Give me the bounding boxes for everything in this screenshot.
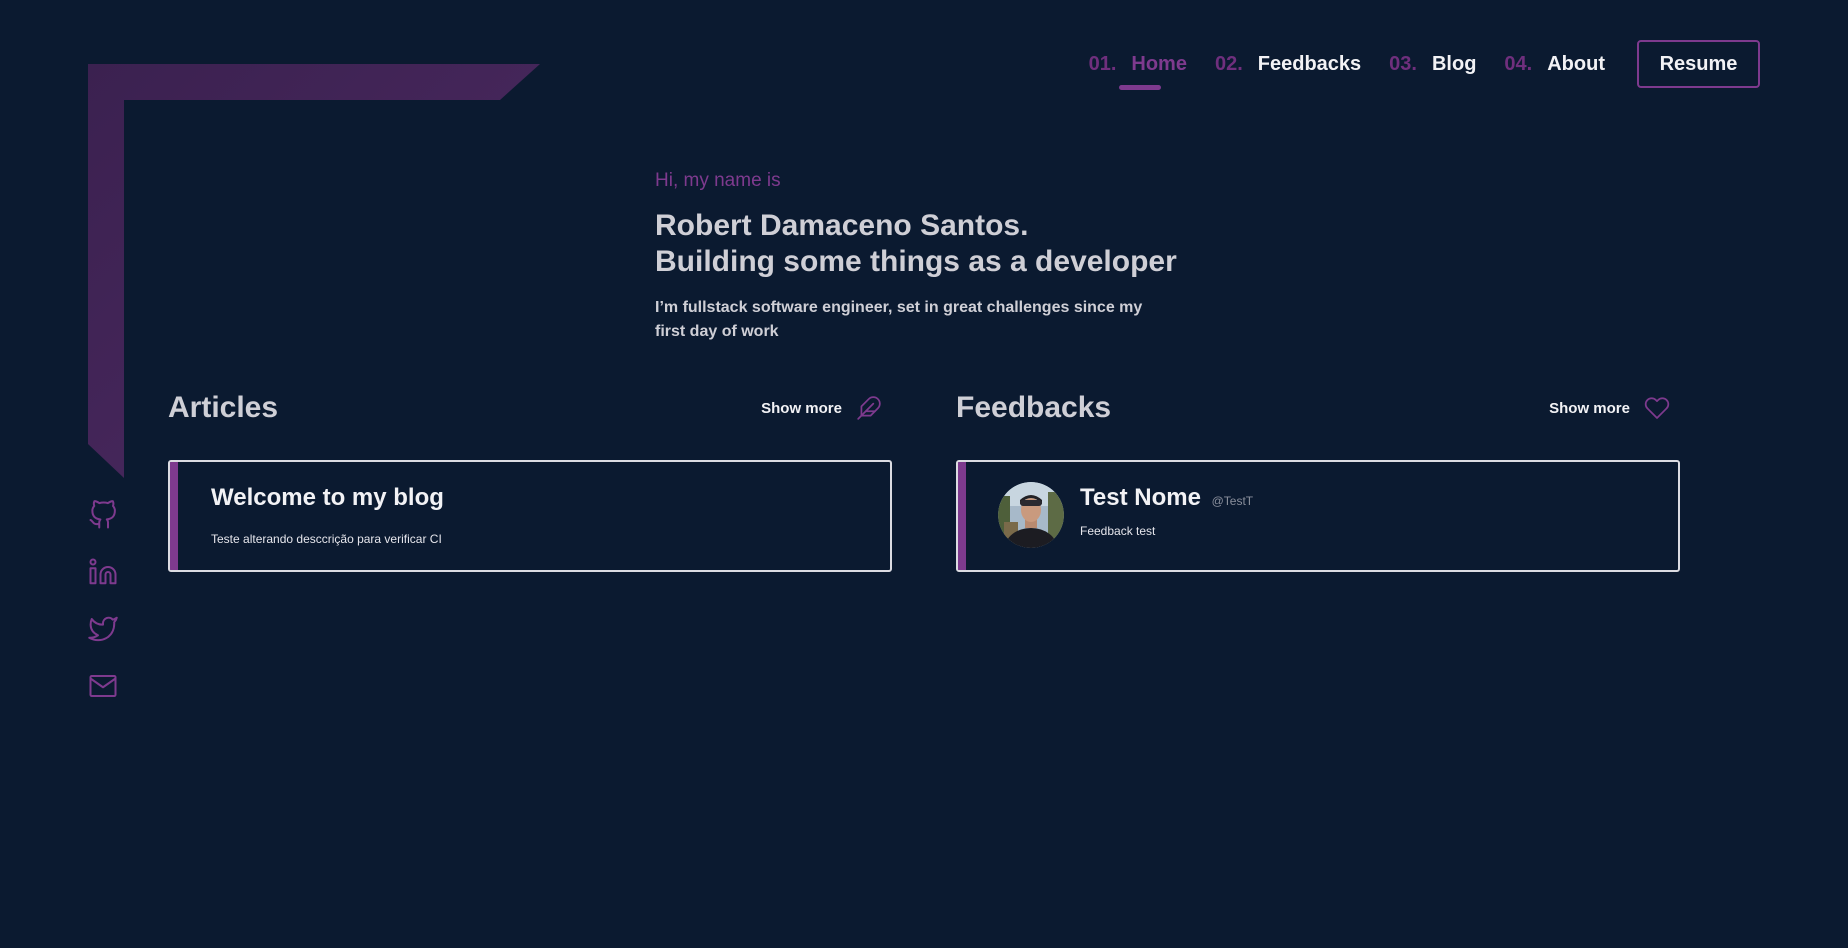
nav-label: Blog [1431,52,1477,75]
hero-description: I’m fullstack software engineer, set in … [655,299,1143,340]
card-accent-bar [170,462,178,570]
feather-icon [857,396,881,420]
nav-label: Home [1131,52,1187,75]
nav-label: About [1547,52,1605,75]
nav-number: 03. [1389,52,1417,75]
twitter-icon [88,616,118,642]
feedbacks-show-more-button[interactable]: Show more [1549,395,1670,421]
nav-number: 02. [1214,52,1243,75]
hero-title: Robert Damaceno Santos. Building some th… [655,208,1275,280]
article-description: Teste alterando desccrição para verifica… [211,532,442,546]
feedbacks-title: Feedbacks [956,391,1112,424]
show-more-label: Show more [1549,399,1630,417]
articles-show-more-button[interactable]: Show more [761,395,882,421]
hero-greeting: Hi, my name is [655,170,781,191]
feedbacks-header: Feedbacks Show more [956,385,1680,431]
linkedin-link[interactable] [88,557,118,587]
github-icon [89,500,116,529]
feedback-text: Feedback test [1080,524,1156,538]
hero-title-tagline: Building some things as a developer [655,245,1177,278]
top-navigation: 01. Home 02. Feedbacks 03. Blog 04. Abou… [1088,40,1760,90]
hero-title-name: Robert Damaceno Santos. [655,209,1029,242]
articles-title: Articles [168,391,279,424]
active-nav-indicator [1118,84,1161,90]
articles-header: Articles Show more [168,385,892,431]
show-more-label: Show more [761,399,842,417]
articles-section: Articles Show more Welcome to my blog Te… [168,385,892,572]
nav-label: Feedbacks [1257,52,1362,75]
card-accent-bar [958,462,966,570]
avatar [998,482,1064,548]
resume-button[interactable]: Resume [1637,40,1760,88]
feedback-card[interactable]: Test Nome @TestT Feedback test [956,460,1680,572]
github-link[interactable] [88,500,118,530]
feedback-author-name: Test Nome [1080,484,1201,511]
twitter-link[interactable] [88,614,118,644]
feedback-author-handle: @TestT [1211,494,1254,508]
article-card[interactable]: Welcome to my blog Teste alterando descc… [168,460,892,572]
nav-item-feedbacks[interactable]: 02. Feedbacks [1215,53,1361,76]
nav-number: 01. [1088,52,1117,75]
nav-item-home[interactable]: 01. Home [1088,52,1187,90]
feedback-author: Test Nome @TestT [1080,484,1253,512]
hero-section: Hi, my name is Robert Damaceno Santos. B… [655,170,1275,344]
social-links [88,500,118,728]
feedbacks-section: Feedbacks Show more Test Nome @TestT Fee… [956,385,1680,572]
mail-icon [89,675,117,697]
nav-item-blog[interactable]: 03. Blog [1389,53,1476,76]
heart-icon [1644,397,1670,419]
email-link[interactable] [88,671,118,701]
article-title: Welcome to my blog [211,484,444,511]
linkedin-icon [89,558,117,585]
nav-item-about[interactable]: 04. About [1504,53,1605,76]
nav-number: 04. [1504,52,1533,75]
